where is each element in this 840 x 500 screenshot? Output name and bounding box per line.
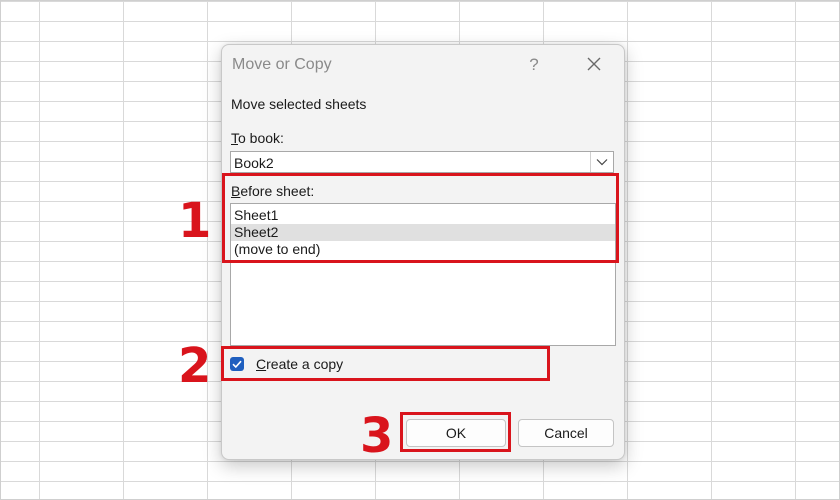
to-book-label: To book: xyxy=(231,130,284,146)
cancel-button[interactable]: Cancel xyxy=(518,419,614,447)
help-button[interactable]: ? xyxy=(522,54,546,76)
chevron-down-icon xyxy=(596,159,608,166)
callout-box-before-sheet xyxy=(222,173,619,263)
step-number-2: 2 xyxy=(178,338,212,394)
close-icon xyxy=(587,57,601,71)
step-number-1: 1 xyxy=(178,193,212,249)
dropdown-button[interactable] xyxy=(590,152,613,172)
to-book-dropdown[interactable]: Book2 xyxy=(230,151,614,173)
step-number-3: 3 xyxy=(360,408,394,464)
dialog-subtitle: Move selected sheets xyxy=(231,96,367,112)
close-button[interactable] xyxy=(580,53,608,77)
callout-box-create-copy xyxy=(221,346,550,381)
callout-box-ok-button xyxy=(400,412,511,452)
to-book-value: Book2 xyxy=(234,155,274,171)
dialog-title: Move or Copy xyxy=(232,56,332,73)
